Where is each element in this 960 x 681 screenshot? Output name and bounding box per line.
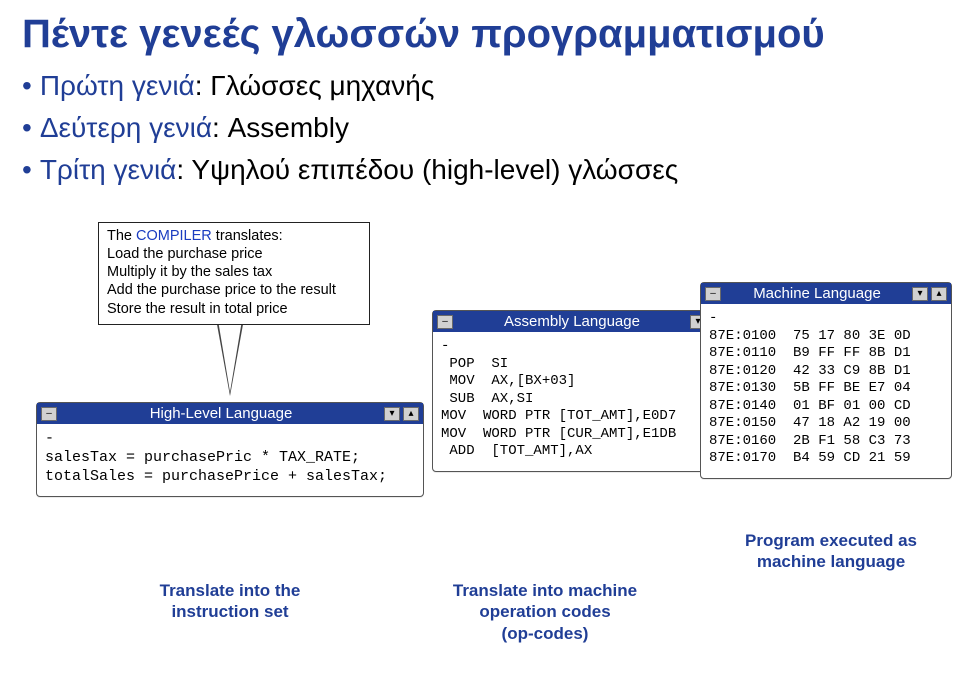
compiler-lead-rest: translates: xyxy=(212,228,283,244)
bullet-dot-1: • xyxy=(22,70,32,101)
window-high-level-language: – High-Level Language ▾ ▴ - salesTax = p… xyxy=(36,402,424,497)
window-title-asm: Assembly Language xyxy=(457,313,687,330)
caption-program-executed: Program executed as machine language xyxy=(722,530,940,573)
window-titlebar-ml: – Machine Language ▾ ▴ xyxy=(701,283,951,304)
bullet-2-term: Δεύτερη γενιά xyxy=(40,112,212,143)
bullet-dot-3: • xyxy=(22,154,32,185)
bullet-2-rest: : Assembly xyxy=(212,112,349,143)
bullet-dot-2: • xyxy=(22,112,32,143)
bullet-3-term: Τρίτη γενιά xyxy=(40,154,177,185)
page-title: Πέντε γενεές γλωσσών προγραμματισμού xyxy=(0,0,960,65)
bullet-2: • Δεύτερη γενιά: Assembly xyxy=(22,107,960,149)
window-body-asm: - POP SI MOV AX,[BX+03] SUB AX,SI MOV WO… xyxy=(433,332,729,471)
compiler-line-1: Load the purchase price xyxy=(107,245,361,263)
bullet-list: • Πρώτη γενιά: Γλώσσες μηχανής • Δεύτερη γ… xyxy=(0,65,960,191)
compiler-lead-word: COMPILER xyxy=(136,228,212,244)
caption-translate-opcodes: Translate into machine operation codes (… xyxy=(430,580,660,644)
compiler-lead-the: The xyxy=(107,228,136,244)
bullet-1-term: Πρώτη γενιά xyxy=(40,70,195,101)
caption-translate-instruction-set: Translate into the instruction set xyxy=(120,580,340,623)
window-body-ml: - 87E:0100 75 17 80 3E 0D 87E:0110 B9 FF… xyxy=(701,304,951,478)
bullet-3-rest: : Υψηλού επιπέδου (high-level) γλώσσες xyxy=(176,154,678,185)
window-title-ml: Machine Language xyxy=(725,285,909,302)
window-titlebar-asm: – Assembly Language ▾ ▴ xyxy=(433,311,729,332)
compiler-line-3: Add the purchase price to the result xyxy=(107,281,361,299)
window-titlebar-hll: – High-Level Language ▾ ▴ xyxy=(37,403,423,424)
bullet-3: • Τρίτη γενιά: Υψηλού επιπέδου (high-leve… xyxy=(22,149,960,191)
bullet-1-rest: : Γλώσσες μηχανής xyxy=(195,70,435,101)
window-title-hll: High-Level Language xyxy=(61,405,381,422)
compiler-lead-line: The COMPILER translates: xyxy=(107,227,361,245)
window-control-down-icon[interactable]: ▾ xyxy=(912,287,928,301)
window-control-up-icon[interactable]: ▴ xyxy=(403,407,419,421)
window-control-down-icon[interactable]: ▾ xyxy=(384,407,400,421)
window-body-hll: - salesTax = purchasePric * TAX_RATE; to… xyxy=(37,424,423,496)
window-control-minimize-icon[interactable]: – xyxy=(41,407,57,421)
window-machine-language: – Machine Language ▾ ▴ - 87E:0100 75 17 … xyxy=(700,282,952,479)
window-control-up-icon[interactable]: ▴ xyxy=(931,287,947,301)
compiler-speech-box: The COMPILER translates: Load the purcha… xyxy=(98,222,370,325)
compiler-line-2: Multiply it by the sales tax xyxy=(107,263,361,281)
bullet-1: • Πρώτη γενιά: Γλώσσες μηχανής xyxy=(22,65,960,107)
compiler-line-4: Store the result in total price xyxy=(107,300,361,318)
window-assembly-language: – Assembly Language ▾ ▴ - POP SI MOV AX,… xyxy=(432,310,730,472)
window-control-minimize-icon[interactable]: – xyxy=(705,287,721,301)
window-control-minimize-icon[interactable]: – xyxy=(437,315,453,329)
